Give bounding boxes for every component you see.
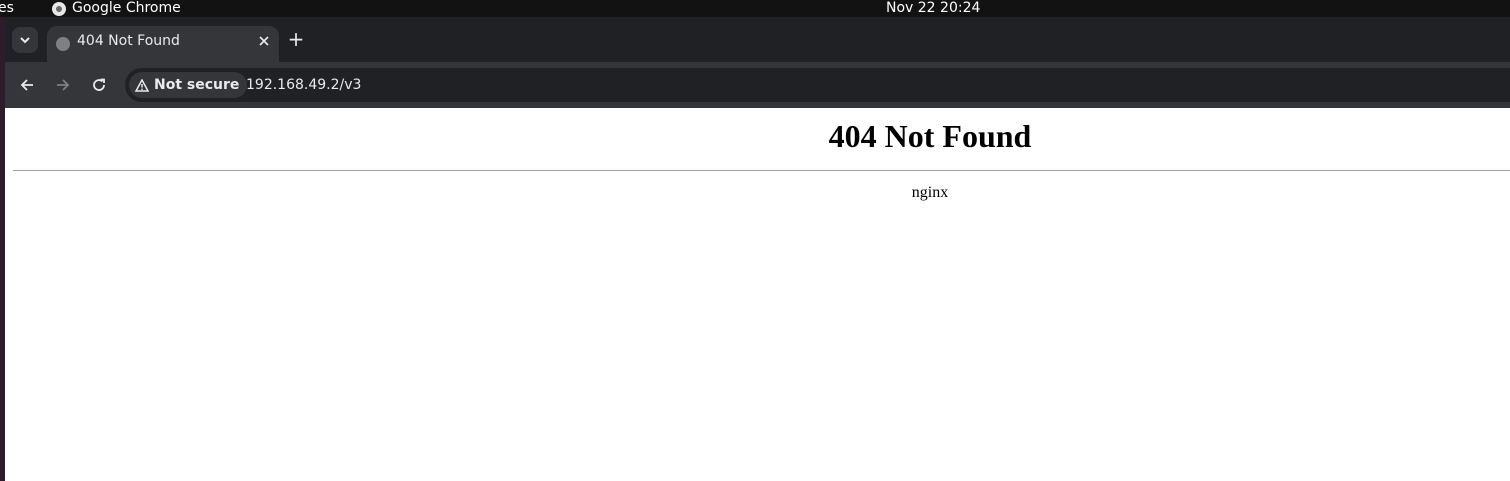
activities-button[interactable]: es (0, 0, 14, 17)
new-tab-button[interactable]: + (286, 29, 306, 49)
toolbar: Not secure 192.168.49.2/v3 (5, 62, 1510, 108)
reload-icon (93, 78, 105, 91)
address-bar[interactable]: Not secure 192.168.49.2/v3 (125, 68, 1510, 102)
page-content: 404 Not Found nginx (5, 108, 1510, 481)
close-icon[interactable] (255, 32, 273, 50)
url-text[interactable]: 192.168.49.2/v3 (246, 68, 361, 102)
browser-window: 404 Not Found + Not secure 192.168.49.2/… (5, 17, 1510, 481)
back-button[interactable] (15, 73, 39, 97)
clock[interactable]: Nov 22 20:24 (886, 0, 980, 17)
tab-active[interactable]: 404 Not Found (47, 26, 279, 62)
tab-strip: 404 Not Found + (5, 17, 1510, 62)
app-menu[interactable]: Google Chrome (52, 0, 181, 17)
warning-triangle-icon (135, 78, 149, 92)
server-name: nginx (911, 184, 949, 201)
chrome-logo-icon (52, 1, 66, 16)
forward-button[interactable] (51, 73, 75, 97)
tab-search-button[interactable] (12, 27, 38, 53)
arrow-right-icon (57, 79, 70, 91)
app-name: Google Chrome (72, 0, 181, 16)
divider (13, 170, 1510, 171)
chevron-down-icon (20, 37, 30, 44)
globe-icon (56, 37, 70, 51)
arrow-left-icon (20, 79, 33, 91)
security-label: Not secure (154, 77, 240, 93)
site-info-button[interactable]: Not secure (129, 72, 248, 98)
tab-title: 404 Not Found (77, 33, 180, 49)
page-title: 404 Not Found (828, 118, 1032, 154)
reload-button[interactable] (87, 73, 111, 97)
system-top-bar: es Google Chrome Nov 22 20:24 (0, 0, 1510, 17)
